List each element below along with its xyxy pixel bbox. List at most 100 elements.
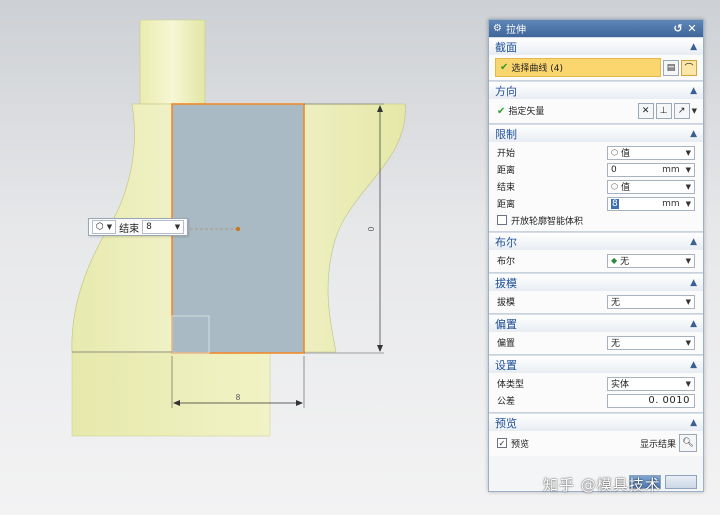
model-view[interactable]: 0 8 — [0, 0, 488, 515]
offset-header[interactable]: 偏置 ▲ — [489, 314, 703, 332]
preview-panel: 预览 ▲ ✓ 预览 显示结果 🔍︎ — [489, 413, 703, 456]
limits-header[interactable]: 限制 ▲ — [489, 124, 703, 142]
show-result-control[interactable]: 显示结果 🔍︎ — [640, 434, 697, 452]
tolerance-row: 公差 0. 0010 — [497, 392, 697, 409]
checkmark-icon: ✔ — [497, 106, 506, 117]
start-label: 开始 — [497, 149, 516, 159]
boolean-header[interactable]: 布尔 ▲ — [489, 232, 703, 250]
gear-icon: ⚙ — [493, 23, 502, 34]
dim-horizontal-label[interactable]: 8 — [236, 393, 241, 402]
open-profile-checkbox[interactable] — [497, 215, 507, 225]
toolbar-value-text: 8 — [146, 222, 152, 232]
specify-vector-label: 指定矢量 — [508, 107, 545, 117]
draft-header[interactable]: 拔模 ▲ — [489, 273, 703, 291]
end-distance-input[interactable]: 8 mm ▼ — [607, 196, 695, 211]
collapse-chevron-icon[interactable]: ▲ — [690, 237, 697, 247]
tolerance-label: 公差 — [497, 397, 516, 407]
collapse-chevron-icon[interactable]: ▲ — [690, 319, 697, 329]
reverse-direction-icon[interactable]: ✕ — [637, 102, 654, 119]
open-profile-row[interactable]: 开放轮廓智能体积 — [497, 212, 697, 228]
on-screen-input-toolbar[interactable]: ⬡ ▼ 结束 8 ▼ — [88, 218, 189, 236]
collapse-chevron-icon[interactable]: ▲ — [690, 42, 697, 52]
settings-title: 设置 — [495, 358, 517, 372]
draft-row: 拔模 无 ▼ — [497, 293, 697, 310]
limits-panel: 限制 ▲ 开始 ⬡ 值 ▼ 距离 0 mm ▼ 结束 ⬡ 值 ▼ 距离 8 mm… — [489, 124, 703, 232]
draft-panel: 拔模 ▲ 拔模 无 ▼ — [489, 273, 703, 314]
dropdown-arrow-icon: ▼ — [106, 223, 113, 231]
dialog-title-bar[interactable]: ⚙ 拉伸 ↺ ✕ — [489, 20, 703, 37]
magnifier-icon[interactable]: 🔍︎ — [679, 434, 697, 452]
extrude-dialog[interactable]: ⚙ 拉伸 ↺ ✕ 截面 ▲ ✔ 选择曲线 (4) ▤ ⌒ 方向 ▲ ✔ 指定矢量… — [488, 19, 704, 492]
select-curve-field[interactable]: ✔ 选择曲线 (4) — [495, 58, 661, 77]
body-type-select[interactable]: 实体 ▼ — [607, 376, 695, 391]
dropdown-arrow-icon: ▼ — [685, 379, 691, 388]
start-type-value: 值 — [620, 149, 630, 159]
dialog-title: 拉伸 — [505, 25, 526, 36]
start-type-select[interactable]: ⬡ 值 ▼ — [607, 145, 695, 160]
specify-vector-row[interactable]: ✔ 指定矢量 ✕ ⊥ ↗ ▼ — [497, 101, 697, 120]
offset-value: 无 — [611, 339, 621, 349]
dim-arrow-right — [296, 400, 303, 406]
boolean-select[interactable]: ◆ 无 ▼ — [607, 253, 695, 268]
start-distance-input[interactable]: 0 mm ▼ — [607, 162, 695, 177]
end-distance-selected-text: 8 — [611, 198, 619, 209]
toolbar-mode-label: 结束 — [119, 223, 140, 235]
reset-icon[interactable]: ↺ — [671, 22, 685, 35]
vector-axis-icon[interactable]: ⊥ — [655, 102, 672, 119]
offset-row: 偏置 无 ▼ — [497, 334, 697, 351]
preview-row: ✓ 预览 显示结果 🔍︎ — [497, 433, 697, 453]
cube-icon: ⬡ — [96, 222, 104, 232]
limit-type-dropdown[interactable]: ⬡ ▼ — [92, 220, 117, 234]
select-curve-label: 选择曲线 (4) — [511, 64, 564, 74]
direction-header[interactable]: 方向 ▲ — [489, 81, 703, 99]
draft-select[interactable]: 无 ▼ — [607, 294, 695, 309]
boolean-label: 布尔 — [497, 257, 516, 267]
body-type-label: 体类型 — [497, 380, 525, 390]
curve-select-icon[interactable]: ⌒ — [681, 59, 697, 76]
cancel-button[interactable] — [665, 475, 697, 489]
end-distance-unit: mm — [662, 198, 680, 209]
collapse-chevron-icon[interactable]: ▲ — [690, 129, 697, 139]
tolerance-input[interactable]: 0. 0010 — [607, 393, 695, 408]
section-header[interactable]: 截面 ▲ — [489, 37, 703, 55]
collapse-chevron-icon[interactable]: ▲ — [690, 418, 697, 428]
collapse-chevron-icon[interactable]: ▲ — [690, 86, 697, 96]
dropdown-arrow-icon[interactable]: ▼ — [692, 107, 697, 115]
preview-header[interactable]: 预览 ▲ — [489, 413, 703, 431]
collapse-chevron-icon[interactable]: ▲ — [690, 360, 697, 370]
offset-select[interactable]: 无 ▼ — [607, 335, 695, 350]
settings-header[interactable]: 设置 ▲ — [489, 355, 703, 373]
toolbar-value-input[interactable]: 8 ▼ — [142, 220, 185, 234]
sketch-section-icon[interactable]: ▤ — [663, 59, 679, 76]
close-icon[interactable]: ✕ — [685, 22, 699, 35]
end-type-select[interactable]: ⬡ 值 ▼ — [607, 179, 695, 194]
boolean-title: 布尔 — [495, 235, 517, 249]
start-row: 开始 ⬡ 值 ▼ — [497, 144, 697, 161]
extrude-origin-point — [235, 226, 241, 232]
vector-constructor-icon[interactable]: ↗ — [673, 102, 690, 119]
dropdown-arrow-icon: ▼ — [685, 182, 691, 191]
dim-vertical-label[interactable]: 0 — [367, 226, 376, 231]
cube-icon: ⬡ — [611, 148, 618, 157]
start-distance-value: 0 — [611, 164, 617, 175]
dropdown-arrow-icon: ▼ — [685, 148, 691, 157]
boolean-none-icon: ◆ — [611, 256, 618, 265]
checkmark-icon: ✔ — [500, 62, 509, 73]
graphics-viewport[interactable]: 0 8 ⬡ ▼ 结束 8 ▼ — [0, 0, 488, 515]
offset-title: 偏置 — [495, 317, 517, 331]
start-distance-row: 距离 0 mm ▼ — [497, 161, 697, 178]
collapse-chevron-icon[interactable]: ▲ — [690, 278, 697, 288]
dim-arrow-bottom — [377, 345, 383, 352]
dropdown-arrow-icon: ▼ — [685, 199, 691, 208]
cube-icon: ⬡ — [611, 182, 618, 191]
preview-checkbox[interactable]: ✓ — [497, 438, 507, 448]
limits-title: 限制 — [495, 127, 517, 141]
end-distance-label: 距离 — [497, 200, 516, 210]
settings-panel: 设置 ▲ 体类型 实体 ▼ 公差 0. 0010 — [489, 355, 703, 413]
offset-label: 偏置 — [497, 339, 516, 349]
section-title: 截面 — [495, 40, 517, 54]
dropdown-arrow-icon: ▼ — [685, 165, 691, 174]
preview-toggle[interactable]: ✓ 预览 — [497, 435, 529, 451]
select-curve-row[interactable]: ✔ 选择曲线 (4) ▤ ⌒ — [495, 57, 697, 78]
lower-block — [71, 351, 271, 437]
